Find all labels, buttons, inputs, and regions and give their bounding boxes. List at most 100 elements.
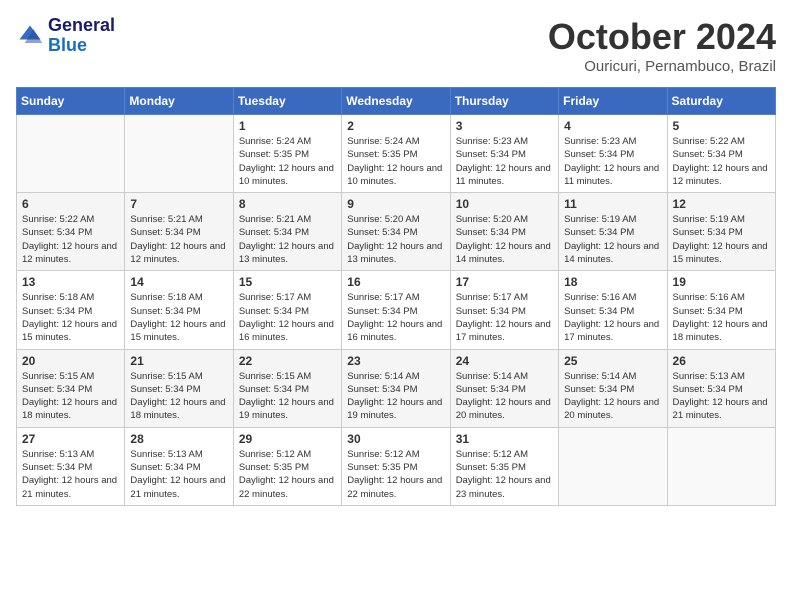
day-info: Sunrise: 5:22 AMSunset: 5:34 PMDaylight:… xyxy=(22,213,119,266)
logo-general: General xyxy=(48,15,115,35)
week-row-1: 1 Sunrise: 5:24 AMSunset: 5:35 PMDaylight… xyxy=(17,115,776,193)
day-cell: 3Sunrise: 5:23 AMSunset: 5:34 PMDaylight… xyxy=(450,115,558,193)
day-number: 1 xyxy=(239,119,336,133)
day-number: 25 xyxy=(564,354,661,368)
week-row-4: 20 Sunrise: 5:15 AMSunset: 5:34 PMDayligh… xyxy=(17,349,776,427)
page-header: General Blue October 2024 Ouricuri, Pern… xyxy=(16,16,776,75)
day-number: 27 xyxy=(22,432,119,446)
day-info: Sunrise: 5:23 AMSunset: 5:34 PMDaylight:… xyxy=(456,135,553,188)
week-row-5: 27 Sunrise: 5:13 AMSunset: 5:34 PMDayligh… xyxy=(17,427,776,505)
day-cell: 31 Sunrise: 5:12 AMSunset: 5:35 PMDayligh… xyxy=(450,427,558,505)
day-cell: 7Sunrise: 5:21 AMSunset: 5:34 PMDaylight… xyxy=(125,193,233,271)
location-subtitle: Ouricuri, Pernambuco, Brazil xyxy=(548,58,776,75)
day-info: Sunrise: 5:21 AMSunset: 5:34 PMDaylight:… xyxy=(239,213,336,266)
logo-blue-text: Blue xyxy=(48,35,87,55)
day-info: Sunrise: 5:19 AMSunset: 5:34 PMDaylight:… xyxy=(673,213,770,266)
day-info: Sunrise: 5:18 AMSunset: 5:34 PMDaylight:… xyxy=(22,291,119,344)
day-cell: 18Sunrise: 5:16 AMSunset: 5:34 PMDayligh… xyxy=(559,271,667,349)
logo-icon xyxy=(16,22,44,50)
calendar-table: SundayMondayTuesdayWednesdayThursdayFrid… xyxy=(16,87,776,506)
month-title: October 2024 xyxy=(548,16,776,58)
day-number: 31 xyxy=(456,432,553,446)
day-number: 12 xyxy=(673,197,770,211)
day-cell: 14Sunrise: 5:18 AMSunset: 5:34 PMDayligh… xyxy=(125,271,233,349)
day-info: Sunrise: 5:15 AMSunset: 5:34 PMDaylight:… xyxy=(130,370,227,423)
day-number: 14 xyxy=(130,275,227,289)
day-info: Sunrise: 5:13 AMSunset: 5:34 PMDaylight:… xyxy=(673,370,770,423)
day-number: 4 xyxy=(564,119,661,133)
day-cell xyxy=(667,427,775,505)
day-number: 24 xyxy=(456,354,553,368)
day-info: Sunrise: 5:24 AMSunset: 5:35 PMDaylight:… xyxy=(239,135,336,188)
weekday-header-thursday: Thursday xyxy=(450,88,558,115)
day-cell: 16Sunrise: 5:17 AMSunset: 5:34 PMDayligh… xyxy=(342,271,450,349)
day-cell: 1 Sunrise: 5:24 AMSunset: 5:35 PMDaylight… xyxy=(233,115,341,193)
day-number: 20 xyxy=(22,354,119,368)
day-info: Sunrise: 5:22 AMSunset: 5:34 PMDaylight:… xyxy=(673,135,770,188)
title-section: October 2024 Ouricuri, Pernambuco, Brazi… xyxy=(548,16,776,75)
day-number: 10 xyxy=(456,197,553,211)
day-cell: 12 Sunrise: 5:19 AMSunset: 5:34 PMDayligh… xyxy=(667,193,775,271)
day-cell: 11 Sunrise: 5:19 AMSunset: 5:34 PMDayligh… xyxy=(559,193,667,271)
day-cell: 9Sunrise: 5:20 AMSunset: 5:34 PMDaylight… xyxy=(342,193,450,271)
day-cell: 27 Sunrise: 5:13 AMSunset: 5:34 PMDayligh… xyxy=(17,427,125,505)
day-number: 17 xyxy=(456,275,553,289)
day-cell: 24 Sunrise: 5:14 AMSunset: 5:34 PMDayligh… xyxy=(450,349,558,427)
day-info: Sunrise: 5:13 AMSunset: 5:34 PMDaylight:… xyxy=(130,448,227,501)
day-cell: 13Sunrise: 5:18 AMSunset: 5:34 PMDayligh… xyxy=(17,271,125,349)
day-cell: 17 Sunrise: 5:17 AMSunset: 5:34 PMDayligh… xyxy=(450,271,558,349)
day-cell: 20 Sunrise: 5:15 AMSunset: 5:34 PMDayligh… xyxy=(17,349,125,427)
day-info: Sunrise: 5:21 AMSunset: 5:34 PMDaylight:… xyxy=(130,213,227,266)
day-info: Sunrise: 5:15 AMSunset: 5:34 PMDaylight:… xyxy=(239,370,336,423)
day-cell xyxy=(559,427,667,505)
day-cell: 4Sunrise: 5:23 AMSunset: 5:34 PMDaylight… xyxy=(559,115,667,193)
day-cell: 21 Sunrise: 5:15 AMSunset: 5:34 PMDayligh… xyxy=(125,349,233,427)
day-cell: 15 Sunrise: 5:17 AMSunset: 5:34 PMDayligh… xyxy=(233,271,341,349)
weekday-header-saturday: Saturday xyxy=(667,88,775,115)
day-cell: 22 Sunrise: 5:15 AMSunset: 5:34 PMDayligh… xyxy=(233,349,341,427)
day-info: Sunrise: 5:12 AMSunset: 5:35 PMDaylight:… xyxy=(456,448,553,501)
day-info: Sunrise: 5:17 AMSunset: 5:34 PMDaylight:… xyxy=(347,291,444,344)
day-number: 5 xyxy=(673,119,770,133)
logo: General Blue xyxy=(16,16,115,56)
day-number: 23 xyxy=(347,354,444,368)
weekday-header-friday: Friday xyxy=(559,88,667,115)
weekday-header-tuesday: Tuesday xyxy=(233,88,341,115)
day-cell: 10Sunrise: 5:20 AMSunset: 5:34 PMDayligh… xyxy=(450,193,558,271)
day-info: Sunrise: 5:17 AMSunset: 5:34 PMDaylight:… xyxy=(456,291,553,344)
day-info: Sunrise: 5:15 AMSunset: 5:34 PMDaylight:… xyxy=(22,370,119,423)
day-cell: 8 Sunrise: 5:21 AMSunset: 5:34 PMDaylight… xyxy=(233,193,341,271)
day-number: 22 xyxy=(239,354,336,368)
day-info: Sunrise: 5:17 AMSunset: 5:34 PMDaylight:… xyxy=(239,291,336,344)
day-info: Sunrise: 5:24 AMSunset: 5:35 PMDaylight:… xyxy=(347,135,444,188)
day-cell: 2 Sunrise: 5:24 AMSunset: 5:35 PMDaylight… xyxy=(342,115,450,193)
day-info: Sunrise: 5:14 AMSunset: 5:34 PMDaylight:… xyxy=(564,370,661,423)
day-cell: 6Sunrise: 5:22 AMSunset: 5:34 PMDaylight… xyxy=(17,193,125,271)
day-number: 19 xyxy=(673,275,770,289)
day-cell xyxy=(17,115,125,193)
day-cell: 5 Sunrise: 5:22 AMSunset: 5:34 PMDaylight… xyxy=(667,115,775,193)
day-info: Sunrise: 5:19 AMSunset: 5:34 PMDaylight:… xyxy=(564,213,661,266)
day-info: Sunrise: 5:20 AMSunset: 5:34 PMDaylight:… xyxy=(347,213,444,266)
day-number: 21 xyxy=(130,354,227,368)
day-info: Sunrise: 5:13 AMSunset: 5:34 PMDaylight:… xyxy=(22,448,119,501)
day-cell xyxy=(125,115,233,193)
day-cell: 19 Sunrise: 5:16 AMSunset: 5:34 PMDayligh… xyxy=(667,271,775,349)
day-cell: 28 Sunrise: 5:13 AMSunset: 5:34 PMDayligh… xyxy=(125,427,233,505)
day-info: Sunrise: 5:16 AMSunset: 5:34 PMDaylight:… xyxy=(673,291,770,344)
day-info: Sunrise: 5:12 AMSunset: 5:35 PMDaylight:… xyxy=(239,448,336,501)
day-cell: 23Sunrise: 5:14 AMSunset: 5:34 PMDayligh… xyxy=(342,349,450,427)
week-row-2: 6Sunrise: 5:22 AMSunset: 5:34 PMDaylight… xyxy=(17,193,776,271)
day-number: 2 xyxy=(347,119,444,133)
day-number: 11 xyxy=(564,197,661,211)
day-cell: 29Sunrise: 5:12 AMSunset: 5:35 PMDayligh… xyxy=(233,427,341,505)
day-number: 15 xyxy=(239,275,336,289)
day-number: 8 xyxy=(239,197,336,211)
day-info: Sunrise: 5:12 AMSunset: 5:35 PMDaylight:… xyxy=(347,448,444,501)
weekday-header-wednesday: Wednesday xyxy=(342,88,450,115)
day-number: 28 xyxy=(130,432,227,446)
day-cell: 26Sunrise: 5:13 AMSunset: 5:34 PMDayligh… xyxy=(667,349,775,427)
day-number: 18 xyxy=(564,275,661,289)
day-info: Sunrise: 5:14 AMSunset: 5:34 PMDaylight:… xyxy=(456,370,553,423)
week-row-3: 13Sunrise: 5:18 AMSunset: 5:34 PMDayligh… xyxy=(17,271,776,349)
